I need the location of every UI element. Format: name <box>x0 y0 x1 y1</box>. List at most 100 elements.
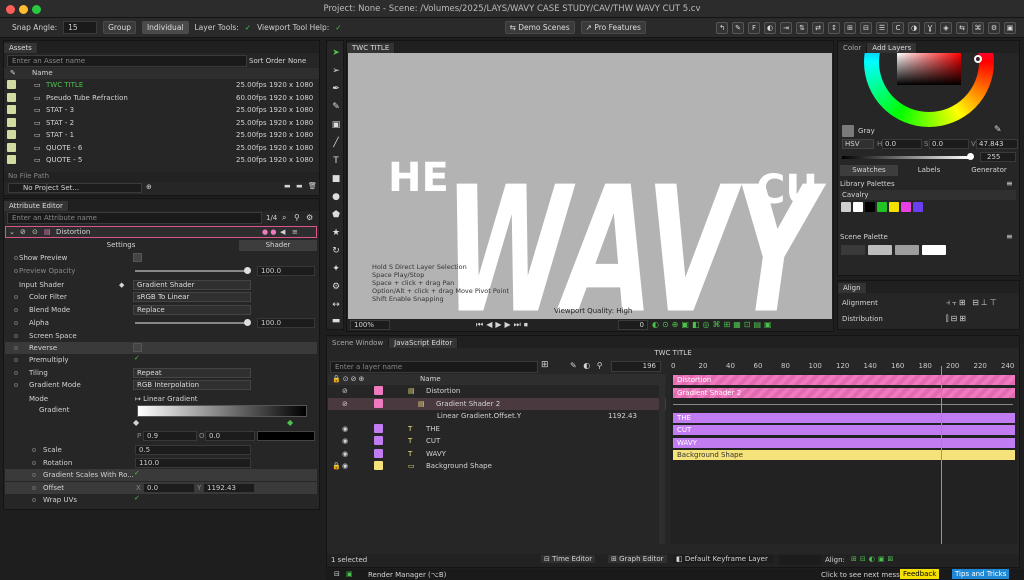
visibility-icon[interactable]: ◉ <box>342 437 348 445</box>
key-dot-icon[interactable] <box>32 448 36 452</box>
layer-row[interactable]: ◉ T THE <box>328 423 666 435</box>
connect-icon[interactable]: ◆ <box>119 281 124 289</box>
alpha-slider-knob[interactable] <box>967 153 974 160</box>
tab-shader[interactable]: Shader <box>239 240 317 251</box>
current-color-swatch[interactable] <box>842 125 854 137</box>
tool-2-icon[interactable]: ✎ <box>732 21 744 34</box>
tool-4-icon[interactable]: ◐ <box>764 21 776 34</box>
new-folder-icon[interactable]: ▬ <box>296 182 303 190</box>
alpha-input[interactable]: 100.0 <box>257 318 315 328</box>
tab-scene-window[interactable]: Scene Window <box>327 338 390 348</box>
distribution-buttons[interactable]: ⫿⊟⊞ <box>946 314 968 324</box>
tool-9-icon[interactable]: ⊞ <box>844 21 856 34</box>
tool-11-icon[interactable]: ☰ <box>876 21 888 34</box>
color-filter-select[interactable]: sRGB To Linear <box>133 292 251 302</box>
scene-swatch[interactable] <box>922 245 946 255</box>
folder-icon[interactable]: ▬ <box>284 182 291 190</box>
prev-icon[interactable]: ◀ <box>280 228 285 236</box>
pen-tool-icon[interactable]: ✒ <box>330 83 342 95</box>
visibility-icon[interactable]: ⊘ <box>342 400 348 408</box>
offset-x-input[interactable]: 0.0 <box>143 483 195 493</box>
asset-row[interactable]: ▭ STAT - 2 25.00fps 1920 x 1080 <box>4 117 319 129</box>
scene-swatch[interactable] <box>868 245 892 255</box>
layer-row[interactable]: ◉ T WAVY <box>328 448 666 460</box>
show-preview-checkbox[interactable] <box>133 253 142 262</box>
pro-features-button[interactable]: ↗ Pro Features <box>580 21 646 34</box>
layer-header[interactable]: ⌄ ⊘ ⊙ ▤ Distortion ● ● ◀ ≡ <box>5 226 317 238</box>
layer-color-swatch[interactable] <box>374 448 383 460</box>
library-menu-icon[interactable]: ≡ <box>1006 179 1013 188</box>
gear-tool-icon[interactable]: ⚙ <box>330 281 342 293</box>
measure-tool-icon[interactable]: ↔ <box>330 299 342 311</box>
tab-settings[interactable]: Settings <box>5 240 237 251</box>
direct-select-tool-icon[interactable]: ➢ <box>330 65 342 77</box>
text-tool-icon[interactable]: T <box>330 155 342 167</box>
star-tool-icon[interactable]: ★ <box>330 227 342 239</box>
playback-controls[interactable]: ⏮◀▶▶⏭⏹ <box>476 320 531 330</box>
polygon-tool-icon[interactable]: ⬟ <box>330 209 342 221</box>
attr-search-icon[interactable]: ⌕ <box>282 213 286 223</box>
tab-labels[interactable]: Labels <box>900 165 958 176</box>
palette-swatch[interactable] <box>853 202 863 212</box>
timeline-align-icons[interactable]: ⊞⊟◐▣⊠ <box>851 555 896 563</box>
lock-icon[interactable]: ⊙ <box>32 228 38 236</box>
viewport-options-icons[interactable]: ◐⊙⊕▣◧◎⌘⊞▦⊡▤▣ <box>652 320 775 329</box>
s-input[interactable]: 0.0 <box>929 139 969 149</box>
snap-angle-input[interactable]: 15 <box>63 21 98 34</box>
input-shader-select[interactable]: Gradient Shader <box>133 280 251 290</box>
v-input[interactable]: 47.843 <box>976 139 1018 149</box>
layer-row[interactable]: ◉ T CUT <box>328 435 666 447</box>
time-editor-button[interactable]: ⊟ Time Editor <box>541 555 596 563</box>
key-dot-icon[interactable] <box>32 486 36 490</box>
layer-tools-checkbox[interactable]: ✓ <box>245 23 251 32</box>
scene-palette-menu-icon[interactable]: ≡ <box>1006 232 1013 241</box>
layer-track[interactable]: Background Shape <box>673 450 1015 460</box>
layer-track[interactable]: Gradient Shader 2 <box>673 387 1015 398</box>
asset-row[interactable]: ▭ QUOTE - 5 25.00fps 1920 x 1080 <box>4 154 319 166</box>
key-dot-icon[interactable] <box>14 358 18 362</box>
key-dot-icon[interactable] <box>32 473 36 477</box>
eyedropper-icon[interactable]: ✎ <box>994 125 1002 135</box>
visibility-icon[interactable]: ⊘ <box>342 387 348 395</box>
key-dot-icon[interactable] <box>14 334 18 338</box>
group-button[interactable]: Group <box>103 21 136 34</box>
alpha-knob[interactable] <box>244 319 251 326</box>
tab-javascript-editor[interactable]: JavaScript Editor <box>389 338 459 348</box>
menu-icon[interactable]: ≡ <box>292 228 298 236</box>
gradient-stop-left-icon[interactable]: ◆ <box>133 418 139 427</box>
camera-tool-icon[interactable]: ▣ <box>330 119 342 131</box>
reverse-checkbox[interactable] <box>133 343 142 352</box>
feedback-button[interactable]: Feedback <box>900 569 940 579</box>
palette-swatch[interactable] <box>841 202 851 212</box>
tool-12-icon[interactable]: C <box>892 21 904 34</box>
key-dot-icon[interactable] <box>14 383 18 387</box>
demo-scenes-button[interactable]: ⇆ Demo Scenes <box>504 21 575 34</box>
current-frame-input[interactable]: 196 <box>611 361 661 372</box>
scales-with-rotation-checkbox[interactable]: ✓ <box>134 469 140 477</box>
preview-opacity-slider[interactable] <box>135 270 248 272</box>
palette-swatch[interactable] <box>913 202 923 212</box>
layer-attr-value[interactable]: 1192.43 <box>608 412 637 420</box>
scene-tool-icons[interactable]: ✎ ◐ ⚲ <box>570 361 605 370</box>
tool-8-icon[interactable]: ↕ <box>828 21 840 34</box>
blend-mode-select[interactable]: Replace <box>133 305 251 315</box>
visibility-icon[interactable]: ◉ <box>342 450 348 458</box>
layer-track[interactable]: WAVY <box>673 437 1015 448</box>
project-select[interactable]: No Project Set... <box>8 183 142 193</box>
tab-generator[interactable]: Generator <box>960 165 1018 176</box>
graph-editor-button[interactable]: ⊞ Graph Editor <box>608 555 667 563</box>
tips-button[interactable]: Tips and Tricks <box>952 569 1010 579</box>
attr-link-icon[interactable]: ⚲ <box>294 213 300 222</box>
palette-swatch[interactable] <box>889 202 899 212</box>
asset-row[interactable]: ▭ Pseudo Tube Refraction 60.00fps 1920 x… <box>4 92 319 104</box>
premultiply-checkbox[interactable]: ✓ <box>134 354 140 362</box>
sort-order-select[interactable]: None <box>288 57 306 65</box>
arc-tool-icon[interactable]: ↻ <box>330 245 342 257</box>
tool-17-icon[interactable]: ⌘ <box>972 21 984 34</box>
zoom-select[interactable]: 100% <box>350 320 390 330</box>
spark-tool-icon[interactable]: ✦ <box>330 263 342 275</box>
p-input[interactable]: 0.9 <box>143 431 197 441</box>
palette-swatch[interactable] <box>877 202 887 212</box>
asset-row[interactable]: ▭ STAT - 1 25.00fps 1920 x 1080 <box>4 129 319 141</box>
render-manager-label[interactable]: Render Manager (⌥B) <box>368 571 446 579</box>
